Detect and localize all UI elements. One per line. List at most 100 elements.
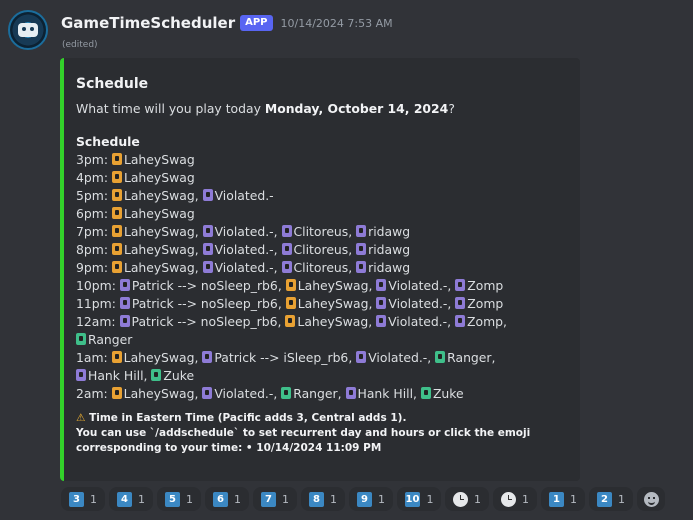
schedule-user[interactable]: Zomp bbox=[455, 278, 503, 293]
user-role-icon bbox=[151, 369, 162, 381]
schedule-row: 5pm: LaheySwag, Violated.- bbox=[76, 188, 274, 203]
reaction-count: 1 bbox=[282, 492, 289, 506]
app-badge: APP bbox=[240, 15, 273, 31]
user-role-icon bbox=[356, 243, 367, 255]
user-role-icon bbox=[111, 207, 122, 219]
schedule-user[interactable]: Clitoreus bbox=[281, 224, 348, 239]
reaction-button[interactable]: 81 bbox=[301, 487, 345, 511]
user-name: Zuke bbox=[163, 368, 195, 383]
user-role-icon bbox=[356, 261, 367, 273]
user-role-icon bbox=[111, 243, 122, 255]
schedule-row: 4pm: LaheySwag bbox=[76, 169, 568, 187]
schedule-user[interactable]: Ranger bbox=[281, 386, 338, 401]
reaction-button[interactable]: 1 bbox=[493, 487, 537, 511]
schedule-user[interactable]: Zuke bbox=[151, 368, 194, 383]
user-name: Patrick --> noSleep_rb6 bbox=[131, 278, 278, 293]
user-name: Clitoreus bbox=[293, 260, 349, 275]
keycap-emoji: 6 bbox=[213, 491, 228, 507]
add-reaction-button[interactable] bbox=[637, 487, 665, 511]
schedule-heading: Schedule bbox=[76, 134, 140, 149]
user-name: Violated.- bbox=[388, 296, 448, 311]
warning-icon: ⚠ bbox=[76, 412, 86, 424]
user-name: Zomp bbox=[467, 314, 504, 329]
schedule-user[interactable]: Ranger bbox=[76, 332, 132, 347]
schedule-user[interactable]: Zomp bbox=[455, 296, 503, 311]
schedule-time: 5pm: bbox=[76, 188, 112, 203]
schedule-user[interactable]: LaheySwag bbox=[111, 350, 195, 365]
schedule-user[interactable]: Violated.- bbox=[356, 350, 427, 365]
reaction-button[interactable]: 10 1 bbox=[397, 487, 441, 511]
user-role-icon bbox=[435, 351, 446, 363]
schedule-user[interactable]: Violated.- bbox=[202, 386, 273, 401]
clock-icon bbox=[501, 491, 516, 507]
schedule-user[interactable]: Violated.- bbox=[202, 188, 274, 203]
schedule-user[interactable]: LaheySwag bbox=[111, 386, 194, 401]
reaction-count: 1 bbox=[570, 492, 577, 506]
reaction-button[interactable]: 31 bbox=[61, 487, 105, 511]
schedule-user[interactable]: Patrick --> noSleep_rb6 bbox=[119, 278, 278, 293]
schedule-user[interactable]: LaheySwag bbox=[111, 152, 195, 167]
clock-icon bbox=[453, 491, 468, 507]
keycap-emoji: 8 bbox=[309, 491, 324, 507]
user-role-icon bbox=[285, 279, 296, 291]
username[interactable]: GameTimeScheduler bbox=[61, 14, 235, 32]
schedule-user[interactable]: LaheySwag bbox=[111, 260, 195, 275]
schedule-user[interactable]: Zomp bbox=[455, 314, 503, 329]
reaction-button[interactable]: 21 bbox=[589, 487, 633, 511]
schedule-user[interactable]: LaheySwag bbox=[111, 224, 195, 239]
user-name: Violated.- bbox=[214, 188, 274, 203]
schedule-user[interactable]: LaheySwag bbox=[285, 278, 368, 293]
reaction-button[interactable]: 41 bbox=[109, 487, 153, 511]
user-name: LaheySwag bbox=[123, 170, 195, 185]
user-name: LaheySwag bbox=[297, 296, 369, 311]
schedule-row: 10pm: Patrick --> noSleep_rb6, LaheySwag… bbox=[76, 278, 504, 293]
schedule-user[interactable]: Patrick --> noSleep_rb6 bbox=[119, 314, 278, 329]
schedule-user[interactable]: Patrick --> iSleep_rb6 bbox=[202, 350, 348, 365]
schedule-user[interactable]: Violated.- bbox=[376, 296, 447, 311]
reaction-button[interactable]: 51 bbox=[157, 487, 201, 511]
schedule-user[interactable]: ridawg bbox=[356, 224, 410, 239]
user-name: Zomp bbox=[467, 296, 504, 311]
user-role-icon bbox=[202, 225, 213, 237]
user-name: LaheySwag bbox=[123, 350, 195, 365]
schedule-user[interactable]: Violated.- bbox=[202, 260, 274, 275]
schedule-user[interactable]: Clitoreus bbox=[281, 260, 349, 275]
schedule-user[interactable]: LaheySwag bbox=[111, 170, 195, 185]
schedule-user[interactable]: LaheySwag bbox=[111, 206, 195, 221]
user-role-icon bbox=[76, 369, 86, 381]
schedule-user[interactable]: Ranger bbox=[435, 350, 492, 365]
user-name: LaheySwag bbox=[123, 152, 195, 167]
reaction-count: 1 bbox=[234, 492, 241, 506]
schedule-time: 2am: bbox=[76, 386, 112, 401]
schedule-user[interactable]: Violated.- bbox=[202, 224, 274, 239]
schedule-user[interactable]: ridawg bbox=[356, 260, 410, 275]
schedule-user[interactable]: LaheySwag bbox=[111, 188, 195, 203]
schedule-user[interactable]: LaheySwag bbox=[285, 314, 368, 329]
message-timestamp[interactable]: 10/14/2024 7:53 AM bbox=[281, 17, 393, 30]
reaction-button[interactable]: 91 bbox=[349, 487, 393, 511]
user-name: ridawg bbox=[368, 242, 411, 257]
schedule-user[interactable]: Violated.- bbox=[376, 314, 447, 329]
user-role-icon bbox=[111, 225, 122, 237]
schedule-user[interactable]: Patrick --> noSleep_rb6 bbox=[119, 296, 278, 311]
schedule-user[interactable]: Zuke bbox=[420, 386, 464, 401]
reaction-button[interactable]: 11 bbox=[541, 487, 585, 511]
reaction-button[interactable]: 71 bbox=[253, 487, 297, 511]
schedule-user[interactable]: Violated.- bbox=[202, 242, 274, 257]
schedule-user[interactable]: Violated.- bbox=[376, 278, 447, 293]
schedule-time: 4pm: bbox=[76, 170, 112, 185]
user-role-icon bbox=[202, 261, 213, 273]
reaction-button[interactable]: 61 bbox=[205, 487, 249, 511]
schedule-row: 12am: Patrick --> noSleep_rb6, LaheySwag… bbox=[76, 314, 507, 347]
schedule-time: 7pm: bbox=[76, 224, 112, 239]
reaction-button[interactable]: 1 bbox=[445, 487, 489, 511]
schedule-user[interactable]: Clitoreus bbox=[281, 242, 348, 257]
schedule-user[interactable]: Hank Hill bbox=[76, 368, 144, 383]
schedule-user[interactable]: LaheySwag bbox=[285, 296, 369, 311]
bot-avatar[interactable] bbox=[8, 10, 48, 50]
user-name: Ranger bbox=[88, 332, 133, 347]
schedule-user[interactable]: ridawg bbox=[356, 242, 410, 257]
schedule-user[interactable]: LaheySwag bbox=[111, 242, 195, 257]
schedule-user[interactable]: Hank Hill bbox=[345, 386, 413, 401]
schedule-row: 6pm: LaheySwag bbox=[76, 205, 568, 223]
